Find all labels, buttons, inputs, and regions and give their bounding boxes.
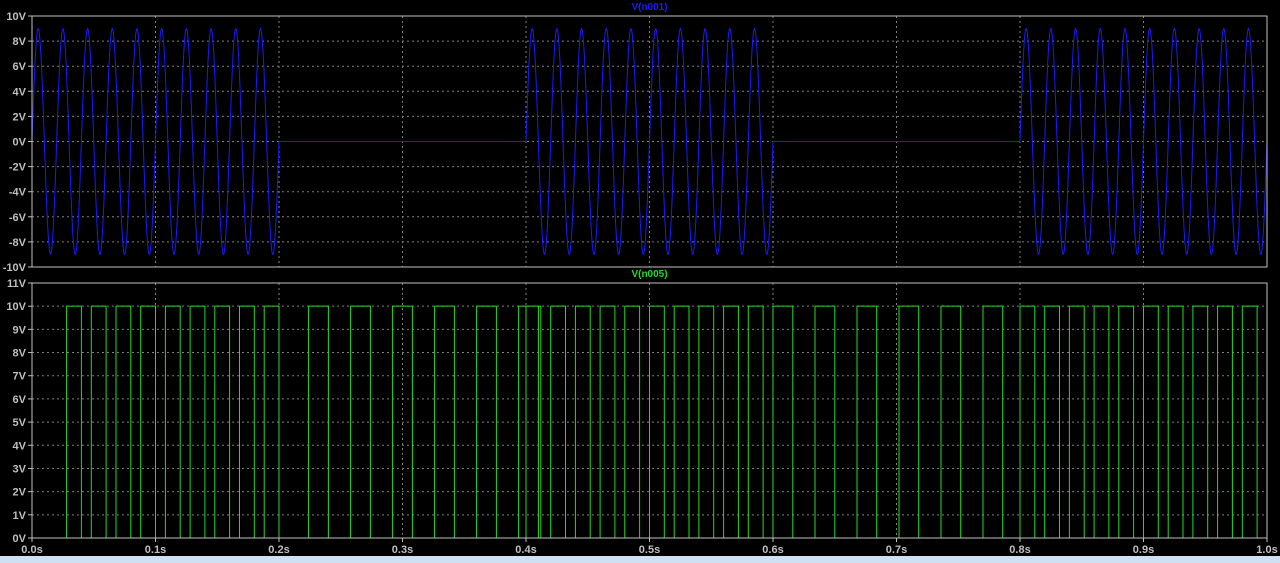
y-tick-label: 10V	[6, 11, 26, 23]
y-tick-label: 6V	[13, 394, 27, 406]
x-tick-label: 0.8s	[1009, 544, 1030, 556]
y-tick-label: 4V	[13, 440, 27, 452]
waveform-viewer[interactable]: 10V 8V 6V 4V 2V 0V -2V -4V -6V -8V -10V V(n001) 11V 1…	[0, 0, 1280, 563]
x-tick-label: 0.0s	[21, 544, 42, 556]
y-tick-label: 9V	[13, 324, 27, 336]
y-tick-label: 8V	[13, 36, 27, 48]
y-tick-label: 11V	[7, 278, 27, 290]
x-tick-label: 0.7s	[886, 544, 907, 556]
x-tick-label: 0.5s	[639, 544, 660, 556]
trace-title[interactable]: V(n001)	[631, 2, 667, 13]
y-tick-label: -6V	[9, 212, 27, 224]
y-tick-label: 0V	[13, 137, 27, 149]
y-tick-label: 1V	[13, 510, 27, 522]
y-tick-label: 8V	[13, 348, 27, 360]
x-tick-label: 0.4s	[515, 544, 536, 556]
x-tick-label: 0.2s	[268, 544, 289, 556]
y-tick-label: -10V	[3, 262, 27, 274]
y-tick-label: 4V	[13, 86, 27, 98]
window-bottom-border	[0, 556, 1280, 563]
y-tick-label: 2V	[13, 487, 27, 499]
x-tick-label: 0.9s	[1133, 544, 1154, 556]
y-tick-label: 2V	[13, 111, 27, 123]
y-tick-label: 10V	[6, 301, 26, 313]
y-tick-label: 7V	[13, 371, 27, 383]
x-tick-label: 0.1s	[145, 544, 166, 556]
y-tick-label: -4V	[9, 187, 27, 199]
trace-title[interactable]: V(n005)	[631, 269, 667, 280]
y-tick-label: -2V	[9, 162, 27, 174]
y-tick-label: 6V	[13, 61, 27, 73]
x-tick-label: 0.3s	[392, 544, 413, 556]
x-tick-label: 1.0s	[1256, 544, 1277, 556]
y-tick-label: 3V	[13, 463, 27, 475]
y-tick-label: -8V	[9, 237, 27, 249]
y-tick-label: 5V	[13, 417, 27, 429]
x-tick-label: 0.6s	[762, 544, 783, 556]
